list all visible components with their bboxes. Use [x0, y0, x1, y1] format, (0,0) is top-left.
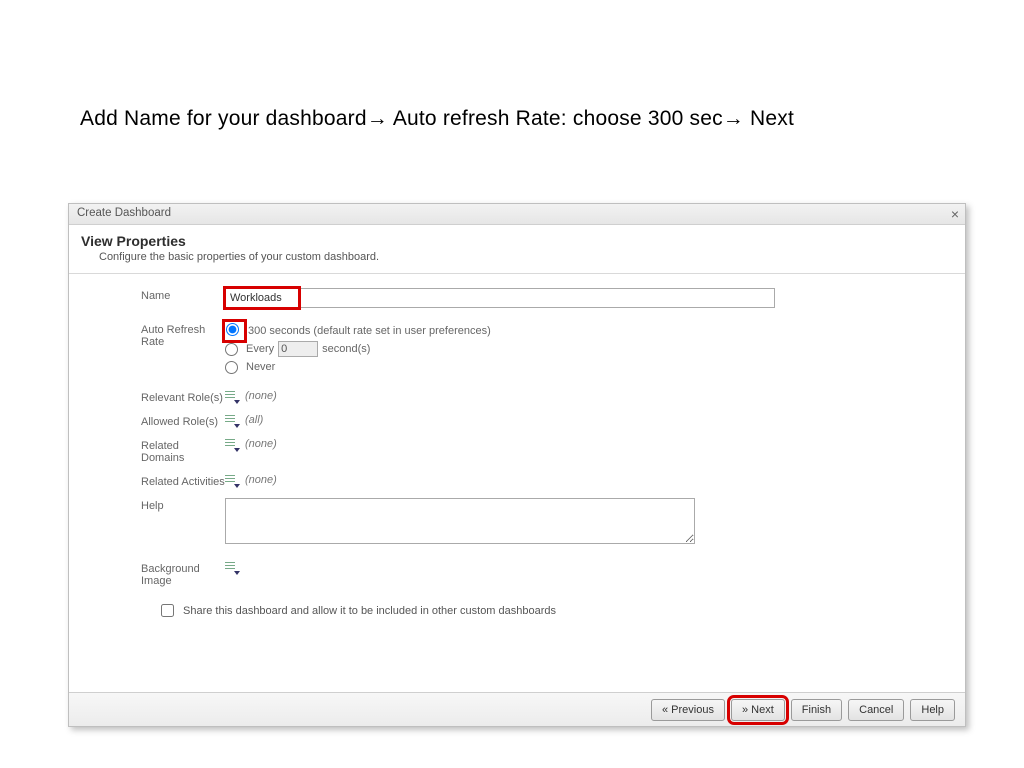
relevant-roles-value: (none): [245, 390, 277, 402]
row-related-activities: Related Activities (none): [95, 474, 939, 488]
related-activities-label: Related Activities: [95, 474, 225, 488]
dialog-form: Name Auto Refresh Rate 300 seconds (defa…: [69, 274, 965, 628]
previous-button[interactable]: « Previous: [651, 699, 725, 721]
help-label: Help: [95, 498, 225, 512]
header-subtitle: Configure the basic properties of your c…: [81, 251, 953, 263]
refresh-label: Auto Refresh Rate: [95, 322, 225, 348]
picker-icon[interactable]: [225, 474, 239, 486]
name-label: Name: [95, 288, 225, 302]
share-label: Share this dashboard and allow it to be …: [183, 605, 556, 617]
close-icon[interactable]: ×: [951, 206, 959, 222]
dialog-title: Create Dashboard: [77, 207, 171, 219]
help-button[interactable]: Help: [910, 699, 955, 721]
refresh-opt1-text: 300 seconds (default rate set in user pr…: [248, 325, 491, 337]
refresh-opt3-text: Never: [246, 361, 275, 373]
header-title: View Properties: [81, 233, 953, 249]
relevant-roles-label: Relevant Role(s): [95, 390, 225, 404]
share-checkbox[interactable]: [161, 604, 174, 617]
create-dashboard-dialog: Create Dashboard × View Properties Confi…: [68, 203, 966, 727]
allowed-roles-label: Allowed Role(s): [95, 414, 225, 428]
row-share: Share this dashboard and allow it to be …: [95, 601, 939, 620]
refresh-every-input[interactable]: [278, 341, 318, 357]
picker-icon[interactable]: [225, 414, 239, 426]
refresh-opt2-suffix: second(s): [322, 343, 370, 355]
instruction-text: Add Name for your dashboard→ Auto refres…: [80, 107, 794, 131]
picker-icon[interactable]: [225, 561, 239, 573]
row-allowed-roles: Allowed Role(s) (all): [95, 414, 939, 428]
related-domains-value: (none): [245, 438, 277, 450]
row-bg: Background Image: [95, 561, 939, 587]
name-input[interactable]: [225, 288, 775, 308]
refresh-radio-never[interactable]: [225, 361, 238, 374]
refresh-opt2-prefix: Every: [246, 343, 274, 355]
refresh-radio-300[interactable]: [226, 323, 239, 336]
next-button[interactable]: » Next: [731, 699, 785, 721]
highlight-radio: [225, 322, 244, 340]
picker-icon[interactable]: [225, 390, 239, 402]
row-name: Name: [95, 288, 939, 308]
row-help: Help: [95, 498, 939, 547]
allowed-roles-value: (all): [245, 414, 263, 426]
dialog-titlebar: Create Dashboard ×: [69, 204, 965, 225]
instruction-part3: Next: [744, 107, 794, 130]
bg-label: Background Image: [95, 561, 225, 587]
dialog-header: View Properties Configure the basic prop…: [69, 225, 965, 274]
related-domains-label: Related Domains: [95, 438, 225, 464]
instruction-part2: Auto refresh Rate: choose 300 sec: [388, 107, 723, 130]
instruction-part1: Add Name for your dashboard: [80, 107, 367, 130]
row-refresh: Auto Refresh Rate 300 seconds (default r…: [95, 322, 939, 376]
cancel-button[interactable]: Cancel: [848, 699, 904, 721]
arrow-icon: →: [723, 107, 744, 130]
picker-icon[interactable]: [225, 438, 239, 450]
dialog-footer: « Previous » Next Finish Cancel Help: [69, 692, 965, 726]
finish-button[interactable]: Finish: [791, 699, 842, 721]
row-relevant-roles: Relevant Role(s) (none): [95, 390, 939, 404]
related-activities-value: (none): [245, 474, 277, 486]
row-related-domains: Related Domains (none): [95, 438, 939, 464]
arrow-icon: →: [367, 107, 388, 130]
refresh-radio-every[interactable]: [225, 343, 238, 356]
help-textarea[interactable]: [225, 498, 695, 544]
highlight-name: [225, 288, 775, 308]
